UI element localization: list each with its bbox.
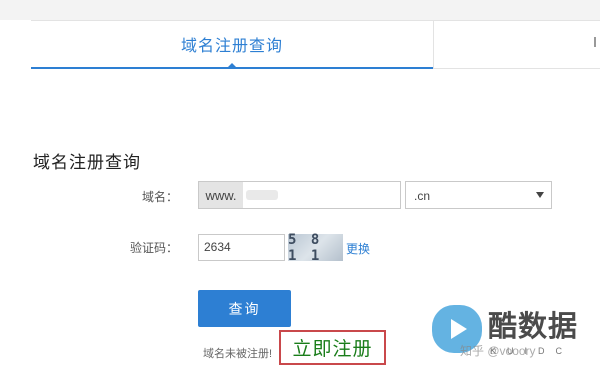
page-title: 域名注册查询 bbox=[33, 153, 141, 172]
tab-domain-query-label: 域名注册查询 bbox=[180, 38, 283, 55]
blurred-domain-text bbox=[246, 190, 278, 200]
suffix-value: .cn bbox=[414, 189, 431, 203]
tab-caret-icon bbox=[227, 63, 237, 68]
domain-field[interactable]: www. bbox=[198, 181, 401, 209]
domain-label: 域名： bbox=[141, 190, 178, 204]
tab-bar: 域名注册查询 bbox=[31, 20, 600, 69]
query-button[interactable]: 查询 bbox=[198, 290, 291, 327]
dropdown-arrow-icon bbox=[536, 192, 544, 198]
tab-partial-mark-icon bbox=[588, 37, 596, 47]
watermark-sub: KUIDC bbox=[490, 346, 574, 356]
watermark: 酷数据 知乎 @vooory KUIDC bbox=[432, 305, 600, 376]
play-icon bbox=[451, 319, 467, 339]
refresh-captcha-link[interactable]: 更换 bbox=[346, 240, 370, 257]
captcha-label: 验证码： bbox=[129, 241, 178, 255]
watermark-brand: 酷数据 bbox=[488, 311, 579, 343]
captcha-image[interactable]: 5 8 1 1 bbox=[288, 232, 343, 264]
top-bar bbox=[0, 0, 600, 20]
domain-prefix: www. bbox=[199, 182, 243, 208]
register-now-button[interactable]: 立即注册 bbox=[279, 330, 386, 365]
tab-second[interactable] bbox=[433, 21, 600, 69]
availability-hint: 域名未被注册! bbox=[203, 348, 273, 360]
captcha-input[interactable]: 2634 bbox=[198, 234, 285, 261]
tab-domain-query[interactable]: 域名注册查询 bbox=[31, 21, 433, 69]
domain-suffix-select[interactable]: .cn bbox=[405, 181, 552, 209]
